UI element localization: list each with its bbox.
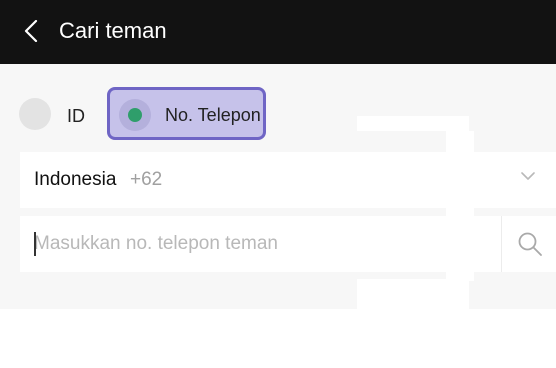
radio-option-phone[interactable]: No. Telepon	[107, 87, 266, 140]
phone-number-input[interactable]	[20, 216, 500, 272]
chevron-down-icon	[521, 172, 535, 180]
country-code: +62	[130, 169, 163, 190]
back-button[interactable]	[16, 16, 50, 46]
radio-label-phone: No. Telepon	[165, 105, 261, 125]
text-cursor	[34, 232, 36, 256]
search-icon	[518, 232, 542, 256]
search-button[interactable]	[502, 216, 556, 272]
chevron-left-icon	[24, 20, 38, 42]
app-header: Cari teman	[0, 0, 556, 64]
radio-option-id[interactable]: ID	[18, 97, 98, 133]
phone-search-row	[20, 216, 556, 272]
radio-button-phone[interactable]	[119, 99, 151, 131]
country-name: Indonesia	[34, 169, 117, 190]
radio-label-id: ID	[67, 106, 85, 126]
blank-overlay	[357, 279, 469, 309]
blank-overlay	[357, 116, 469, 131]
country-selector[interactable]: Indonesia +62	[20, 152, 556, 208]
radio-button-id[interactable]	[19, 98, 51, 130]
radio-selected-dot	[128, 108, 142, 122]
blank-overlay	[446, 131, 474, 281]
page-title: Cari teman	[59, 18, 167, 43]
